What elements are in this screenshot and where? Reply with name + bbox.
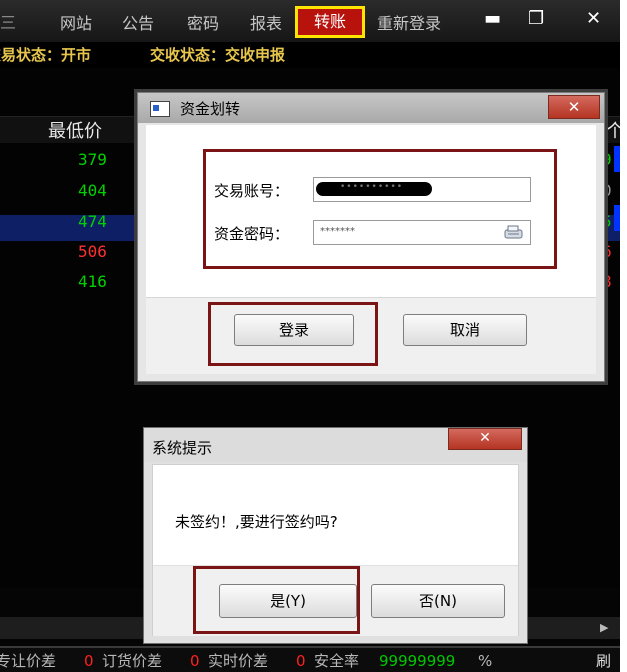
dialog-title-bar[interactable]: 系统提示 ✕	[144, 428, 527, 462]
menu-item-website[interactable]: 网站	[60, 10, 92, 34]
order-spread-value: 0	[190, 652, 200, 670]
realtime-spread-label: 实时价差	[208, 652, 269, 670]
trade-status-text: 交易状态：开市	[0, 46, 92, 64]
password-value: *******	[320, 226, 355, 237]
table-cell-low-price[interactable]: 506	[78, 242, 107, 261]
window-icon	[150, 101, 170, 117]
spread-value: 0	[84, 652, 94, 670]
status-bar: 交易状态：开市 交收状态：交收申报	[0, 42, 620, 68]
dialog-button-area: 登录 取消	[146, 297, 596, 374]
restore-icon[interactable]: ❐	[528, 8, 544, 29]
menu-hamburger-icon[interactable]: 三	[0, 9, 16, 33]
account-field[interactable]	[313, 177, 531, 202]
account-label: 交易账号：	[214, 182, 290, 200]
dialog-title-bar[interactable]: 资金划转 ✕	[138, 93, 604, 123]
system-prompt-dialog: 系统提示 ✕ 未签约！,要进行签约吗? 是(Y) 否(N)	[143, 427, 528, 644]
menu-item-announcement[interactable]: 公告	[122, 10, 154, 34]
table-cell-low-price[interactable]: 379	[78, 150, 107, 169]
bottom-summary-bar: 专让价差 0 订货价差 0 实时价差 0 安全率 99999999 % 刷	[0, 646, 620, 672]
safety-rate-label: 安全率	[314, 652, 360, 670]
table-cell-low-price[interactable]: 404	[78, 181, 107, 200]
minimize-icon[interactable]: ▬	[484, 8, 501, 29]
close-icon[interactable]: ✕	[586, 8, 601, 29]
no-button[interactable]: 否(N)	[371, 584, 505, 618]
table-cell-low-price[interactable]: 474	[78, 212, 107, 231]
dialog-title: 系统提示	[152, 439, 213, 457]
menu-item-password[interactable]: 密码	[187, 10, 219, 34]
menu-item-report[interactable]: 报表	[250, 10, 282, 34]
password-field[interactable]: *******	[313, 220, 531, 245]
column-header-partial[interactable]: 个	[606, 117, 620, 143]
dialog-message: 未签约！,要进行签约吗?	[175, 513, 338, 531]
table-cell-low-price[interactable]: 416	[78, 272, 107, 291]
settle-status-text: 交收状态：交收申报	[150, 46, 286, 64]
refresh-button[interactable]: 刷	[596, 648, 611, 672]
dialog-body: 未签约！,要进行签约吗? 是(Y) 否(N)	[152, 464, 519, 636]
close-icon[interactable]: ✕	[448, 428, 522, 450]
dialog-title: 资金划转	[180, 100, 241, 118]
dialog-button-area: 是(Y) 否(N)	[153, 565, 518, 636]
dialog-body: 登录 取消	[146, 125, 596, 374]
highlight-frame	[203, 149, 557, 269]
spread-label: 专让价差	[0, 652, 57, 670]
column-header-low-price[interactable]: 最低价	[48, 117, 102, 143]
top-menu-bar: 三 网站 公告 密码 报表 转账 重新登录 ▬ ❐ ✕	[0, 0, 620, 42]
redacted-account-value	[316, 182, 432, 196]
row-marker	[614, 205, 620, 231]
scroll-right-arrow-icon[interactable]: ▶	[600, 621, 608, 634]
yes-button[interactable]: 是(Y)	[219, 584, 357, 618]
soft-keyboard-icon[interactable]	[504, 224, 524, 240]
password-label: 资金密码：	[214, 225, 290, 243]
row-marker	[614, 146, 620, 172]
menu-item-transfer[interactable]: 转账	[295, 6, 365, 38]
trading-client-window: 三 网站 公告 密码 报表 转账 重新登录 ▬ ❐ ✕ 交易状态：开市 交收状态…	[0, 0, 620, 672]
close-icon[interactable]: ✕	[548, 95, 600, 119]
safety-rate-unit: %	[478, 652, 493, 670]
login-button[interactable]: 登录	[234, 314, 354, 346]
realtime-spread-value: 0	[296, 652, 306, 670]
fund-transfer-dialog: 资金划转 ✕ 登录 取消 交易账号： 资金密码： *******	[137, 92, 605, 382]
menu-item-relogin[interactable]: 重新登录	[377, 10, 441, 34]
safety-rate-value: 99999999	[379, 652, 456, 670]
order-spread-label: 订货价差	[102, 652, 163, 670]
cancel-button[interactable]: 取消	[403, 314, 527, 346]
